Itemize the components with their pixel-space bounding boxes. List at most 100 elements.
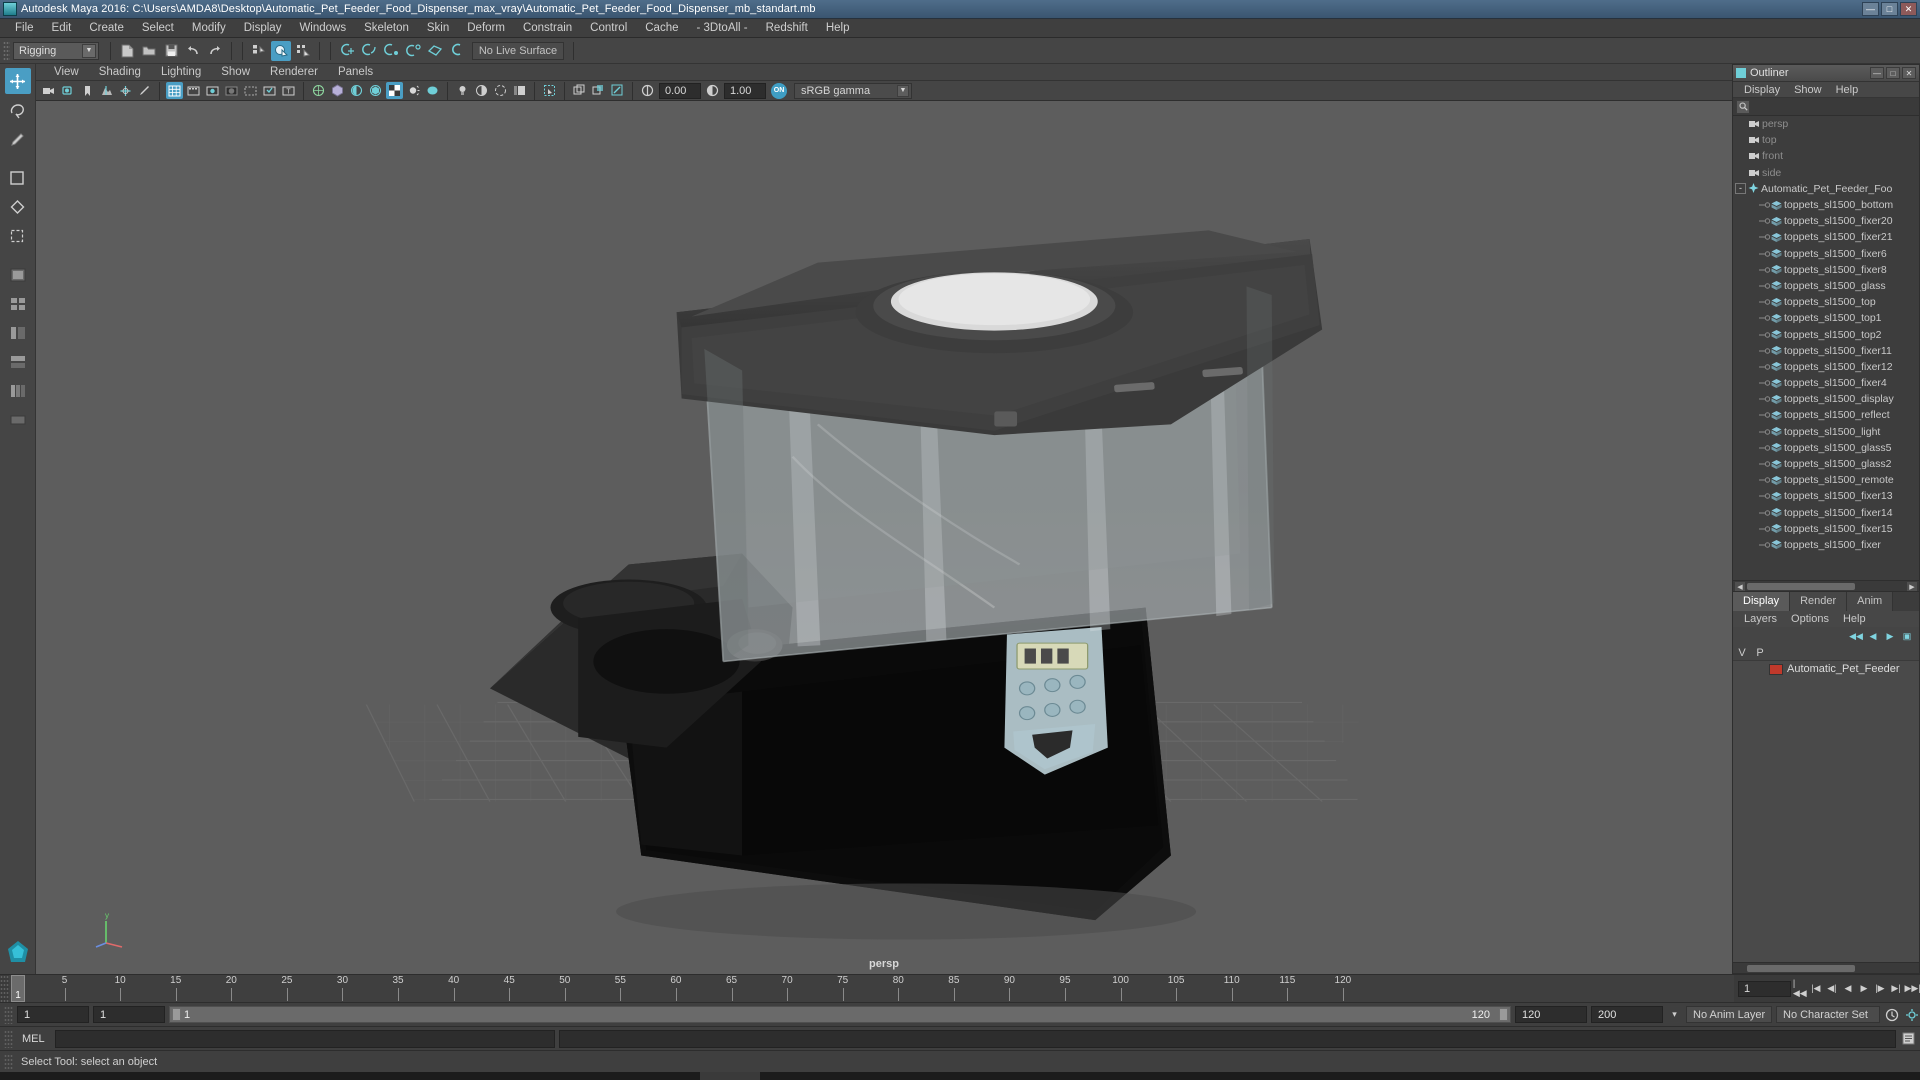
shaded-wireframe-icon[interactable] [405, 82, 422, 99]
menu-file[interactable]: File [6, 19, 43, 38]
range-end-handle[interactable] [1499, 1008, 1508, 1021]
menu-set-selector[interactable]: Rigging ▼ [13, 41, 99, 60]
range-gripper[interactable] [4, 1005, 13, 1024]
outliner-menu-show[interactable]: Show [1787, 84, 1829, 96]
outliner-item[interactable]: toppets_sl1500_bottom [1733, 197, 1919, 213]
outliner-item[interactable]: persp [1733, 116, 1919, 132]
outliner-minimize-button[interactable]: — [1870, 67, 1884, 79]
play-backwards-icon[interactable]: ◀ [1841, 981, 1855, 997]
flat-shade-icon[interactable] [367, 82, 384, 99]
tab-display[interactable]: Display [1733, 592, 1791, 611]
safe-action-icon[interactable] [261, 82, 278, 99]
step-back-frame-icon[interactable]: ◀| [1825, 981, 1839, 997]
undo-icon[interactable] [183, 41, 203, 61]
current-frame-field[interactable]: 1 [1738, 980, 1791, 997]
outliner-item[interactable]: toppets_sl1500_fixer14 [1733, 505, 1919, 521]
xray-active-components-icon[interactable] [609, 82, 626, 99]
panel-menu-panels[interactable]: Panels [328, 64, 383, 81]
resolution-gate-icon[interactable] [204, 82, 221, 99]
outliner-menu-display[interactable]: Display [1737, 84, 1787, 96]
menu-select[interactable]: Select [133, 19, 183, 38]
menu-cache[interactable]: Cache [636, 19, 687, 38]
exposure-icon[interactable] [639, 82, 656, 99]
tab-anim[interactable]: Anim [1847, 592, 1894, 611]
outliner-item[interactable]: - Automatic_Pet_Feeder_Foo [1733, 181, 1919, 197]
smooth-shade-all-icon[interactable] [329, 82, 346, 99]
wireframe-icon[interactable] [310, 82, 327, 99]
panel-menu-renderer[interactable]: Renderer [260, 64, 328, 81]
new-scene-icon[interactable] [117, 41, 137, 61]
step-back-key-icon[interactable]: |◀ [1809, 981, 1823, 997]
outliner-item[interactable]: toppets_sl1500_fixer8 [1733, 262, 1919, 278]
outliner-item[interactable]: toppets_sl1500_reflect [1733, 407, 1919, 423]
outliner-close-button[interactable]: ✕ [1902, 67, 1916, 79]
outliner-horizontal-scrollbar[interactable]: ◀ ▶ [1733, 580, 1919, 591]
layer-new-icon[interactable]: ▣ [1900, 629, 1914, 643]
tab-render[interactable]: Render [1790, 592, 1848, 611]
timeline-playhead[interactable]: 1 [11, 975, 25, 1002]
menu-redshift[interactable]: Redshift [757, 19, 817, 38]
snap-to-point-icon[interactable] [381, 41, 401, 61]
outliner-maximize-button[interactable]: □ [1886, 67, 1900, 79]
go-to-start-icon[interactable]: |◀◀ [1793, 978, 1807, 998]
image-plane-icon[interactable] [98, 82, 115, 99]
layer-horizontal-scrollbar[interactable] [1733, 962, 1919, 973]
menu-constrain[interactable]: Constrain [514, 19, 581, 38]
outliner-item[interactable]: front [1733, 148, 1919, 164]
use-default-material-icon[interactable] [386, 82, 403, 99]
command-gripper[interactable] [4, 1029, 13, 1048]
anim-layer-selector[interactable]: No Anim Layer [1686, 1006, 1772, 1023]
layer-row[interactable]: Automatic_Pet_Feeder [1733, 661, 1919, 677]
snap-to-view-plane-icon[interactable] [425, 41, 445, 61]
select-by-object-icon[interactable] [271, 40, 291, 61]
timeline-gripper[interactable] [0, 975, 9, 1002]
animation-preferences-icon[interactable] [1904, 1007, 1920, 1023]
menu-skeleton[interactable]: Skeleton [355, 19, 418, 38]
auto-keyframe-icon[interactable] [1884, 1007, 1900, 1023]
scrollbar-thumb[interactable] [1747, 965, 1855, 972]
smooth-shade-selected-icon[interactable] [348, 82, 365, 99]
outliner-item[interactable]: toppets_sl1500_fixer21 [1733, 229, 1919, 245]
chevron-down-icon[interactable]: ▼ [82, 43, 96, 58]
layer-menu-options[interactable]: Options [1784, 613, 1836, 625]
chevron-down-icon[interactable]: ▼ [897, 84, 909, 97]
textured-icon[interactable] [424, 82, 441, 99]
toolbar-gripper[interactable] [3, 40, 10, 61]
field-chart-icon[interactable] [242, 82, 259, 99]
outliner-menu-help[interactable]: Help [1829, 84, 1866, 96]
perspective-viewport[interactable]: y persp [36, 101, 1732, 974]
menu-display[interactable]: Display [235, 19, 291, 38]
outliner-item[interactable]: toppets_sl1500_fixer6 [1733, 246, 1919, 262]
color-profile-selector[interactable]: sRGB gamma ▼ [794, 82, 912, 99]
live-surface-field[interactable]: No Live Surface [472, 41, 564, 60]
panel-menu-lighting[interactable]: Lighting [151, 64, 211, 81]
menu-create[interactable]: Create [80, 19, 133, 38]
single-perspective-layout-icon[interactable] [5, 262, 31, 288]
menu-skin[interactable]: Skin [418, 19, 458, 38]
anim-start-field[interactable]: 1 [93, 1006, 165, 1023]
outliner-item[interactable]: toppets_sl1500_fixer [1733, 537, 1919, 553]
save-scene-icon[interactable] [161, 41, 181, 61]
character-set-selector[interactable]: No Character Set [1776, 1006, 1880, 1023]
step-forward-frame-icon[interactable]: |▶ [1873, 981, 1887, 997]
select-tool-icon[interactable] [4, 68, 31, 94]
menu-3dtoall[interactable]: - 3DtoAll - [688, 19, 757, 38]
layer-first-icon[interactable]: ◀◀ [1849, 629, 1863, 643]
outliner-item[interactable]: toppets_sl1500_fixer12 [1733, 359, 1919, 375]
gamma-toggle-button[interactable]: ON [771, 82, 787, 99]
outliner-item[interactable]: toppets_sl1500_top1 [1733, 310, 1919, 326]
safe-title-icon[interactable]: T [280, 82, 297, 99]
exposure-field[interactable]: 0.00 [659, 82, 701, 99]
menu-help[interactable]: Help [817, 19, 859, 38]
panel-menu-shading[interactable]: Shading [89, 64, 151, 81]
timeline-track[interactable]: 1 5 10 15 20 25 30 35 40 45 50 55 60 65 70 75 80 85 90 95 1… [9, 975, 1734, 1002]
outliner-item[interactable]: toppets_sl1500_top2 [1733, 326, 1919, 342]
outliner-item[interactable]: toppets_sl1500_light [1733, 424, 1919, 440]
range-end-field[interactable]: 200 [1591, 1006, 1663, 1023]
xray-joints-icon[interactable] [590, 82, 607, 99]
layer-prev-icon[interactable]: ◀ [1866, 629, 1880, 643]
rotate-tool-icon[interactable] [5, 194, 31, 220]
outliner-item[interactable]: toppets_sl1500_top [1733, 294, 1919, 310]
select-by-hierarchy-icon[interactable] [249, 41, 269, 61]
persp-graph-layout-icon[interactable] [5, 349, 31, 375]
